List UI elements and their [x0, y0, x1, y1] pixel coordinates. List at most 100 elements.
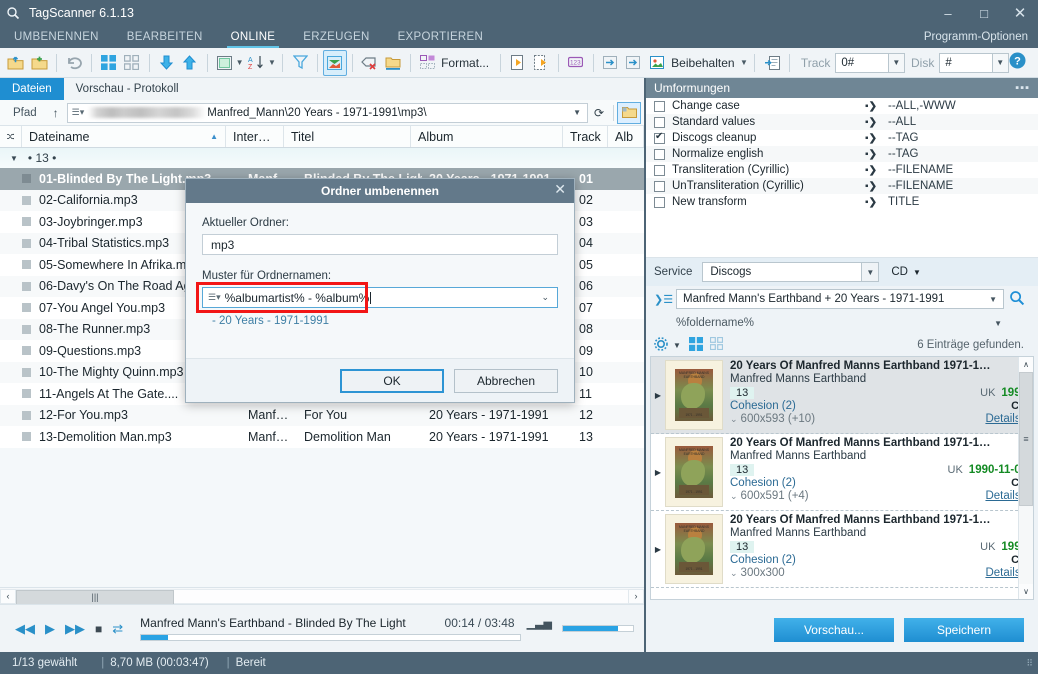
move-down-icon[interactable] — [155, 50, 179, 76]
checkbox-icon[interactable] — [654, 148, 665, 160]
stop-icon[interactable]: ■ — [90, 622, 107, 636]
scroll-down-arrow-icon[interactable]: ∨ — [1019, 584, 1033, 599]
track-input[interactable]: 0# — [835, 52, 889, 73]
result-cover-size[interactable]: ⌄ 600x591 (+4) — [730, 490, 809, 502]
result-label[interactable]: Cohesion (2) — [730, 554, 796, 566]
close-button[interactable]: ✕ — [1002, 0, 1038, 26]
help-icon[interactable]: ? — [1009, 52, 1026, 74]
current-folder-input[interactable]: mp3 — [202, 234, 558, 255]
list-item[interactable]: Normalize english ▪❯ --TAG — [646, 146, 1038, 162]
column-albumartist[interactable]: Alb — [608, 126, 644, 147]
import-tags-icon[interactable] — [760, 50, 784, 76]
column-interpret[interactable]: Inter… — [226, 126, 284, 147]
chevron-down-icon[interactable]: ⌄ — [533, 292, 557, 303]
cancel-button[interactable]: Abbrechen — [454, 368, 558, 393]
checkbox-icon[interactable] — [654, 116, 665, 128]
chevron-down-icon[interactable]: ▼ — [739, 58, 750, 67]
shuffle-icon[interactable] — [0, 126, 22, 147]
volume-track[interactable] — [562, 625, 634, 632]
album-cover-image[interactable]: MANFRED MANNS EARTHBAND 1971 - 1991 — [665, 437, 723, 507]
add-folder-icon[interactable] — [28, 50, 52, 76]
tag-field-icon[interactable] — [213, 50, 237, 76]
column-track[interactable]: Track — [563, 126, 608, 147]
folder-rename-icon[interactable] — [381, 50, 405, 76]
menu-item-exportieren[interactable]: EXPORTIEREN — [384, 26, 498, 48]
chevron-down-icon[interactable]: ⌄ — [730, 491, 741, 501]
expand-triangle-icon[interactable]: ▶ — [651, 437, 665, 507]
chevron-down-icon[interactable]: ▼ — [671, 341, 689, 350]
artwork-icon[interactable] — [646, 50, 670, 76]
list-item[interactable]: Transliteration (Cyrillic) ▪❯ --FILENAME — [646, 162, 1038, 178]
select-none-icon[interactable] — [120, 50, 144, 76]
horizontal-scrollbar[interactable]: ‹ ||| › — [0, 587, 644, 605]
expand-triangle-icon[interactable]: ▶ — [651, 360, 665, 430]
select-all-icon[interactable] — [97, 50, 121, 76]
scroll-up-arrow-icon[interactable]: ∧ — [1019, 357, 1033, 372]
play-icon[interactable]: ▶ — [40, 621, 60, 637]
track-dropdown-button[interactable]: ▼ — [888, 52, 905, 73]
gear-icon[interactable] — [654, 336, 671, 354]
grid-small-icon[interactable] — [709, 336, 724, 353]
service-dropdown-button[interactable]: ▼ — [862, 262, 880, 282]
rewind-icon[interactable]: ◀◀ — [10, 621, 40, 637]
result-label[interactable]: Cohesion (2) — [730, 400, 796, 412]
checkbox-icon[interactable] — [654, 164, 665, 176]
scrollbar-thumb[interactable]: ||| — [16, 589, 174, 605]
tab-dateien[interactable]: Dateien — [0, 78, 64, 100]
list-item[interactable]: UnTransliteration (Cyrillic) ▪❯ --FILENA… — [646, 178, 1038, 194]
expand-triangle-icon[interactable]: ▶ — [651, 514, 665, 584]
table-row[interactable]: 12-For You.mp3 Manf… For You 20 Years - … — [0, 404, 644, 426]
chevron-down-icon[interactable]: ▼ — [994, 319, 1030, 328]
scroll-left-arrow-icon[interactable]: ‹ — [0, 588, 16, 604]
chevron-down-icon[interactable]: ▼ — [913, 268, 921, 277]
scrollbar-track[interactable]: ||| — [16, 588, 628, 605]
online-tags-icon[interactable] — [322, 49, 347, 76]
result-cover-size[interactable]: ⌄ 600x593 (+10) — [730, 413, 815, 425]
program-options-link[interactable]: Programm-Optionen — [924, 26, 1038, 48]
playlist-icon[interactable] — [530, 50, 554, 76]
menu-item-umbenennen[interactable]: UMBENENNEN — [0, 26, 113, 48]
fast-forward-icon[interactable]: ▶▶ — [60, 621, 90, 637]
refresh-icon[interactable]: ⟳ — [588, 106, 610, 120]
table-row[interactable]: 13-Demolition Man.mp3 Manf… Demolition M… — [0, 426, 644, 448]
format-button-label[interactable]: Format... — [439, 56, 495, 70]
column-dateiname[interactable]: Dateiname ▲ — [22, 126, 226, 147]
overflow-menu-icon[interactable]: ▪▪▪ — [1015, 82, 1030, 94]
save-button[interactable]: Speichern — [904, 618, 1024, 642]
tab-vorschau-protokoll[interactable]: Vorschau - Protokoll — [64, 78, 191, 100]
grid-large-icon[interactable] — [688, 336, 710, 354]
result-label[interactable]: Cohesion (2) — [730, 477, 796, 489]
repeat-icon[interactable]: ⇄ — [107, 621, 128, 637]
scrollbar-thumb[interactable]: ≡ — [1019, 372, 1033, 506]
close-icon[interactable]: ✕ — [554, 181, 566, 198]
tag-to-filename-icon[interactable] — [598, 50, 622, 76]
equalizer-icon[interactable]: ▁▃▅ — [527, 617, 552, 630]
chevron-down-icon[interactable]: ⌄ — [730, 414, 741, 424]
service-select[interactable]: Discogs — [702, 262, 863, 282]
list-item[interactable]: Standard values ▪❯ --ALL — [646, 114, 1038, 130]
results-vertical-scrollbar[interactable]: ∧ ≡ ∨ — [1018, 357, 1033, 599]
list-item[interactable]: ▶ MANFRED MANNS EARTHBAND 1971 - 1991 20… — [651, 434, 1033, 511]
column-titel[interactable]: Titel — [284, 126, 411, 147]
album-cover-image[interactable]: MANFRED MANNS EARTHBAND 1971 - 1991 — [665, 514, 723, 584]
ok-button[interactable]: OK — [340, 368, 444, 393]
search-icon[interactable] — [1004, 290, 1030, 309]
filter-icon[interactable] — [288, 50, 312, 76]
list-item[interactable]: Discogs cleanup ▪❯ --TAG — [646, 130, 1038, 146]
list-item[interactable]: Change case ▪❯ --ALL,-WWW — [646, 98, 1038, 114]
format-icon[interactable] — [416, 50, 440, 76]
move-up-icon[interactable] — [178, 50, 202, 76]
path-input[interactable]: ☰▾ Manfred_Mann\20 Years - 1971-1991\mp3… — [66, 102, 588, 123]
chevron-down-icon[interactable]: ▼ — [567, 108, 587, 117]
search-input[interactable]: Manfred Mann's Earthband + 20 Years - 19… — [676, 289, 1004, 309]
folder-browse-icon[interactable] — [617, 101, 641, 124]
maximize-button[interactable]: □ — [966, 0, 1002, 26]
checkbox-icon[interactable] — [654, 100, 665, 112]
search-list-icon[interactable]: ❯☰ — [654, 293, 676, 306]
filename-to-tag-icon[interactable] — [622, 50, 646, 76]
play-file-icon[interactable] — [506, 50, 530, 76]
column-album[interactable]: Album — [411, 126, 563, 147]
media-type-select[interactable]: CD ▼ — [879, 266, 921, 278]
collapse-triangle-icon[interactable]: ▼ — [10, 154, 18, 163]
scroll-right-arrow-icon[interactable]: › — [628, 588, 644, 604]
